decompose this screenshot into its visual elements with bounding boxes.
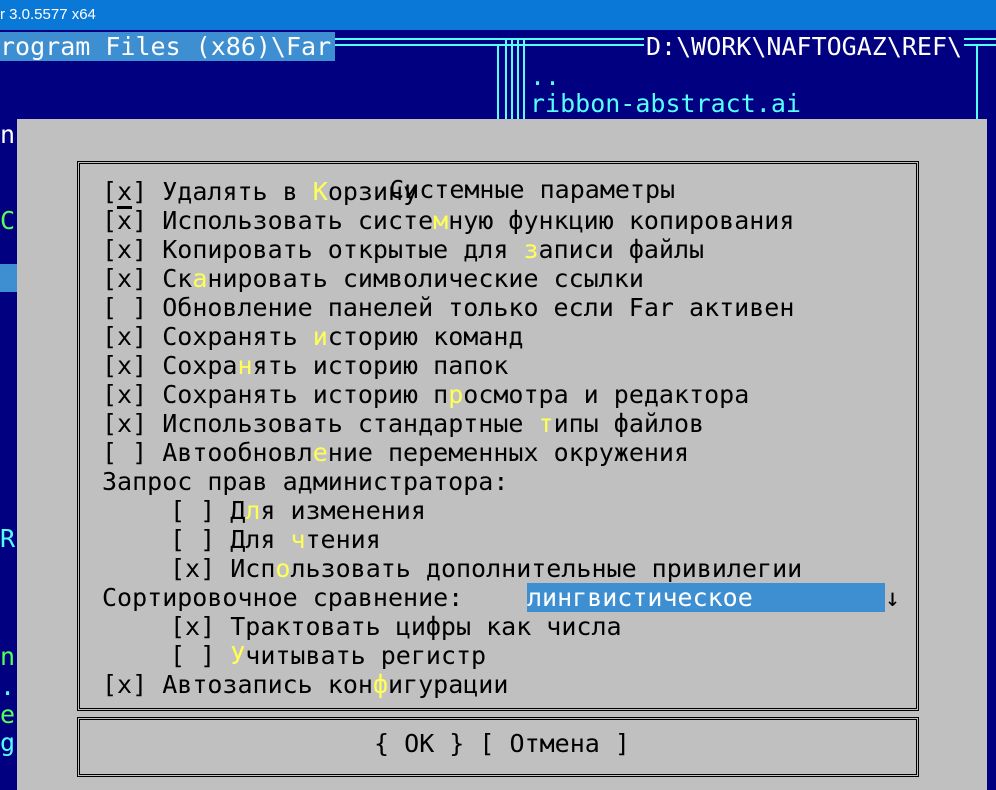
checkbox[interactable]: [x] (102, 235, 147, 264)
ok-button[interactable]: { OK } (374, 729, 464, 758)
cancel-button[interactable]: [ Отмена ] (479, 729, 630, 758)
checkbox[interactable]: [ ] (102, 438, 147, 467)
option-save-command-history[interactable]: [x] Сохранять историю команд (102, 322, 523, 351)
checkbox[interactable]: [ ] (102, 293, 147, 322)
left-panel-edge-text: C (0, 206, 16, 235)
system-settings-dialog: Системные параметры [x] Удалять в Корзин… (17, 119, 987, 790)
option-standard-file-types[interactable]: [x] Использовать стандартные типы файлов (102, 409, 704, 438)
checkbox[interactable]: [ ] (170, 641, 215, 670)
checkbox[interactable]: [ ] (170, 525, 215, 554)
checkbox[interactable]: [x] (170, 612, 215, 641)
checkbox[interactable]: [ ] (170, 496, 215, 525)
option-admin-for-modify[interactable]: [ ] Для изменения (170, 496, 426, 525)
option-digits-as-numbers[interactable]: [x] Трактовать цифры как числа (170, 612, 622, 641)
option-scan-symlinks[interactable]: [x] Сканировать символические ссылки (102, 264, 644, 293)
sort-comparison-dropdown[interactable]: лингвистическое (527, 583, 885, 612)
left-panel-edge-text: n (0, 642, 16, 671)
option-delete-to-recycle-bin[interactable]: [x] Удалять в Корзину (102, 177, 418, 209)
checkbox[interactable]: [x] (102, 264, 147, 293)
left-panel-right-border (505, 40, 507, 119)
left-panel-selection-bar (0, 264, 17, 292)
right-panel-left-border-inner (523, 40, 525, 119)
right-panel-path[interactable]: D:\WORK\NAFTOGAZ\REF\ (644, 32, 965, 61)
dialog-title: Системные параметры (377, 175, 688, 204)
left-panel-edge-text: R (0, 524, 16, 553)
window-title: r 3.0.5577 x64 (0, 6, 96, 23)
checkbox[interactable]: [x] (102, 380, 147, 409)
option-update-panels-when-active[interactable]: [ ] Обновление панелей только если Far а… (102, 293, 794, 322)
checkbox[interactable]: [x] (102, 670, 147, 699)
left-panel-edge-text: n (0, 120, 16, 149)
option-copy-open-files[interactable]: [x] Копировать открытые для записи файлы (102, 235, 704, 264)
checkbox[interactable]: [x] (102, 351, 147, 380)
right-panel-item[interactable]: .. (530, 62, 560, 91)
right-panel-left-border (517, 40, 519, 119)
checkbox[interactable]: [x] (102, 206, 147, 235)
left-panel-right-border-inner (511, 40, 513, 119)
left-panel-edge-text: g (0, 728, 16, 757)
dropdown-arrow-icon[interactable]: ↓ (885, 583, 900, 612)
right-panel-item[interactable]: ribbon-abstract.ai (530, 89, 801, 118)
option-autosave-config[interactable]: [x] Автозапись конфигурации (102, 670, 508, 699)
option-save-folder-history[interactable]: [x] Сохранять историю папок (102, 351, 508, 380)
checkbox[interactable]: [x] (170, 554, 215, 583)
left-panel-edge-text: . (0, 672, 16, 701)
left-panel-edge-text: e (0, 700, 16, 729)
left-panel-path[interactable]: rogram Files (x86)\Far (0, 32, 336, 61)
left-panel-column-divider (497, 46, 499, 119)
window-titlebar: r 3.0.5577 x64 (0, 0, 996, 30)
sort-comparison-label: Сортировочное сравнение: (102, 583, 464, 612)
option-system-copy[interactable]: [x] Использовать системную функцию копир… (102, 206, 794, 235)
option-case-sensitive[interactable]: [ ] Учитывать регистр (170, 641, 486, 670)
dialog-buttons: { OK } [ Отмена ] (17, 729, 987, 758)
option-auto-update-env[interactable]: [ ] Автообновление переменных окружения (102, 438, 689, 467)
right-panel-column-divider (976, 46, 978, 119)
checkbox[interactable]: [x] (102, 177, 147, 209)
admin-request-label: Запрос прав администратора: (102, 467, 509, 496)
option-admin-extra-privileges[interactable]: [x] Использовать дополнительные привилег… (170, 554, 802, 583)
checkbox[interactable]: [x] (102, 322, 147, 351)
checkbox[interactable]: [x] (102, 409, 147, 438)
option-admin-for-read[interactable]: [ ] Для чтения (170, 525, 381, 554)
option-save-view-edit-history[interactable]: [x] Сохранять историю просмотра и редакт… (102, 380, 749, 409)
